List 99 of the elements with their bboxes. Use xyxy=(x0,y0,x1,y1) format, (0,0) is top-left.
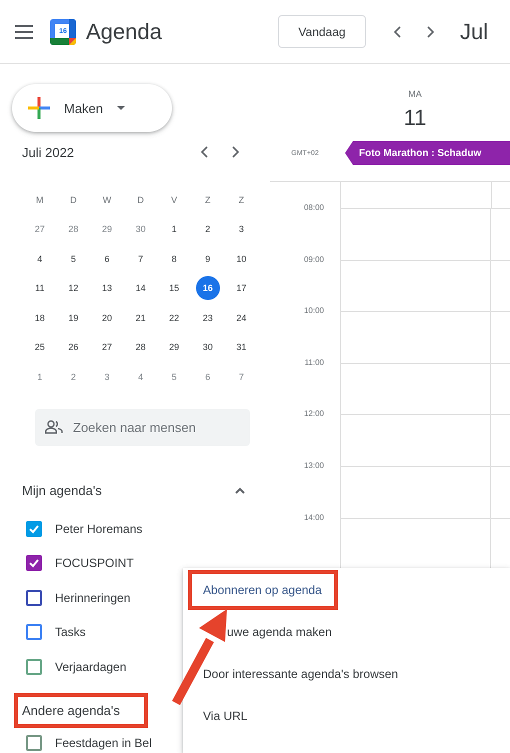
menu-item[interactable]: Via URL xyxy=(203,705,248,727)
calendar-day[interactable]: 1 xyxy=(28,364,52,389)
weekday-label: M xyxy=(36,194,44,205)
calendar-day[interactable]: 7 xyxy=(128,246,153,271)
calendar-day[interactable]: 20 xyxy=(94,306,119,330)
hour-label: 13:00 xyxy=(304,460,324,470)
people-search-field[interactable]: Zoeken naar mensen xyxy=(35,408,250,446)
checkbox[interactable] xyxy=(26,520,42,537)
time-slot[interactable] xyxy=(340,208,490,260)
hour-label: 11:00 xyxy=(304,358,324,367)
checkbox[interactable] xyxy=(26,590,42,606)
calendar-day[interactable]: 22 xyxy=(162,306,186,330)
calendar-day[interactable]: 30 xyxy=(128,217,153,242)
weekday-label: V xyxy=(171,194,178,205)
create-button[interactable]: Maken xyxy=(12,84,172,132)
calendar-day[interactable]: 23 xyxy=(196,306,220,330)
calendar-day[interactable]: 10 xyxy=(229,246,254,271)
calendar-day[interactable]: 24 xyxy=(229,306,254,330)
period-title: Jul xyxy=(460,18,488,44)
app-title: Agenda xyxy=(86,18,162,44)
section-heading[interactable]: Mijn agenda's xyxy=(22,479,102,502)
dropdown-caret-icon xyxy=(117,106,126,110)
calendar-day[interactable]: 4 xyxy=(28,246,52,271)
calendar-day[interactable]: 27 xyxy=(94,335,119,360)
calendar-day[interactable]: 1 xyxy=(162,217,186,242)
time-slot[interactable] xyxy=(340,466,490,518)
calendar-day[interactable]: 6 xyxy=(196,364,220,389)
checkbox[interactable] xyxy=(26,624,42,640)
calendar-day[interactable]: 4 xyxy=(128,364,153,389)
calendar-day[interactable]: 6 xyxy=(94,246,119,271)
calendar-name: Tasks xyxy=(55,625,86,640)
calendar-day[interactable]: 13 xyxy=(94,276,119,300)
weekday-label: D xyxy=(70,194,77,205)
people-icon xyxy=(45,420,63,434)
calendar-day[interactable]: 3 xyxy=(94,364,119,389)
calendar-day[interactable]: 3 xyxy=(229,217,254,242)
checkbox[interactable] xyxy=(26,658,42,675)
time-slot[interactable] xyxy=(340,362,490,414)
calendar-day[interactable]: 2 xyxy=(196,217,220,242)
time-slot[interactable] xyxy=(490,362,510,414)
calendar-day[interactable]: 18 xyxy=(28,306,52,330)
time-slot[interactable] xyxy=(340,260,490,312)
calendar-day[interactable]: 5 xyxy=(162,364,186,389)
time-slot[interactable] xyxy=(490,311,510,363)
weekday-label: W xyxy=(102,194,112,205)
weekday-label: Z xyxy=(205,194,211,205)
calendar-day[interactable]: 30 xyxy=(196,335,220,360)
checkbox[interactable] xyxy=(26,555,42,572)
calendar-day[interactable]: 19 xyxy=(61,306,86,330)
event-chip[interactable]: Foto Marathon : Schaduw xyxy=(345,141,510,165)
time-slot[interactable] xyxy=(490,414,510,466)
calendar-day[interactable]: 27 xyxy=(28,217,52,242)
calendar-day[interactable]: 17 xyxy=(229,276,254,300)
calendar-day[interactable]: 28 xyxy=(61,217,86,242)
time-slot[interactable] xyxy=(340,414,490,466)
hour-label: 08:00 xyxy=(304,203,324,212)
calendar-day[interactable]: 12 xyxy=(61,276,86,300)
calendar-day[interactable]: 9 xyxy=(196,246,220,271)
calendar-day[interactable]: 2 xyxy=(61,364,86,389)
calendar-name: Feestdagen in Bel xyxy=(55,736,152,750)
time-slot[interactable] xyxy=(340,311,490,363)
calendar-day[interactable]: 14 xyxy=(128,276,153,300)
weekday-label: Z xyxy=(238,194,244,205)
time-slot[interactable] xyxy=(490,208,510,260)
calendar-day[interactable]: 8 xyxy=(162,246,186,271)
calendar-day[interactable]: 16 xyxy=(196,276,220,300)
calendar-name: Peter Horemans xyxy=(55,522,142,536)
checkmark-icon xyxy=(28,522,40,535)
calendar-day[interactable]: 15 xyxy=(162,276,186,300)
month-title: Juli 2022 xyxy=(22,144,74,160)
checkmark-icon xyxy=(28,557,40,570)
today-button[interactable]: Vandaag xyxy=(278,15,366,48)
weekday-label: MA xyxy=(408,89,422,99)
time-slot[interactable] xyxy=(490,260,510,312)
people-search-input[interactable]: Zoeken naar mensen xyxy=(71,418,245,436)
hour-label: 10:00 xyxy=(304,306,324,316)
hour-label: 09:00 xyxy=(304,254,324,264)
calendar-day[interactable]: 21 xyxy=(128,306,153,330)
hour-label: 14:00 xyxy=(304,512,324,522)
calendar-name: FOCUSPOINT xyxy=(55,556,134,570)
calendar-day[interactable]: 11 xyxy=(28,276,52,300)
calendar-day[interactable]: 31 xyxy=(229,335,254,360)
weekday-label: D xyxy=(137,194,144,205)
day-number[interactable]: 11 xyxy=(404,105,426,131)
checkbox[interactable] xyxy=(26,735,42,752)
calendar-day[interactable]: 29 xyxy=(94,217,119,242)
plus-icon xyxy=(28,97,50,119)
menu-item[interactable]: Door interessante agenda's browsen xyxy=(203,663,398,685)
calendar-day[interactable]: 25 xyxy=(28,335,52,360)
hour-label: 12:00 xyxy=(304,409,324,418)
calendar-day[interactable]: 29 xyxy=(162,335,186,360)
menu-item[interactable]: uwe agenda maken xyxy=(227,621,332,643)
calendar-name: Herinneringen xyxy=(55,590,130,605)
calendar-day[interactable]: 28 xyxy=(128,335,153,360)
calendar-day[interactable]: 5 xyxy=(61,246,86,271)
calendar-day[interactable]: 7 xyxy=(229,364,254,389)
calendar-name: Verjaardagen xyxy=(55,660,126,674)
time-slot[interactable] xyxy=(490,466,510,518)
calendar-day[interactable]: 26 xyxy=(61,335,86,360)
